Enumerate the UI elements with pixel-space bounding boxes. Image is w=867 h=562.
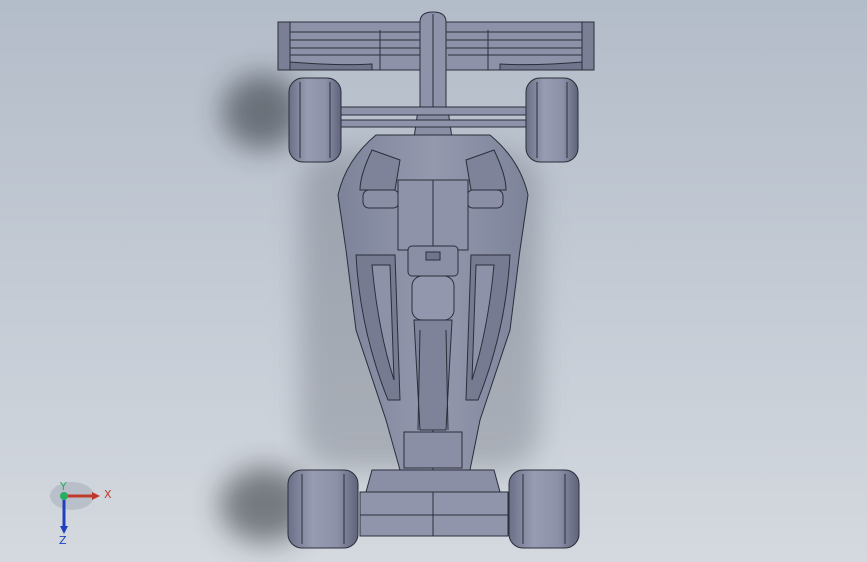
- car-model[interactable]: [0, 0, 867, 562]
- y-axis-dot: [60, 492, 68, 500]
- front-left-tire[interactable]: [288, 77, 342, 163]
- reference-triad: X Y Z: [50, 482, 112, 547]
- rear-right-tire[interactable]: [508, 469, 580, 549]
- z-axis-arrow: [60, 526, 68, 534]
- front-right-tire[interactable]: [525, 77, 579, 163]
- graphics-viewport[interactable]: X Y Z: [0, 0, 867, 562]
- rear-left-tire[interactable]: [287, 469, 359, 549]
- rear-wing[interactable]: [359, 469, 509, 537]
- x-axis-arrow: [92, 492, 100, 500]
- x-axis-label: X: [104, 488, 112, 501]
- z-axis-label: Z: [59, 534, 67, 547]
- y-axis-label: Y: [59, 482, 67, 493]
